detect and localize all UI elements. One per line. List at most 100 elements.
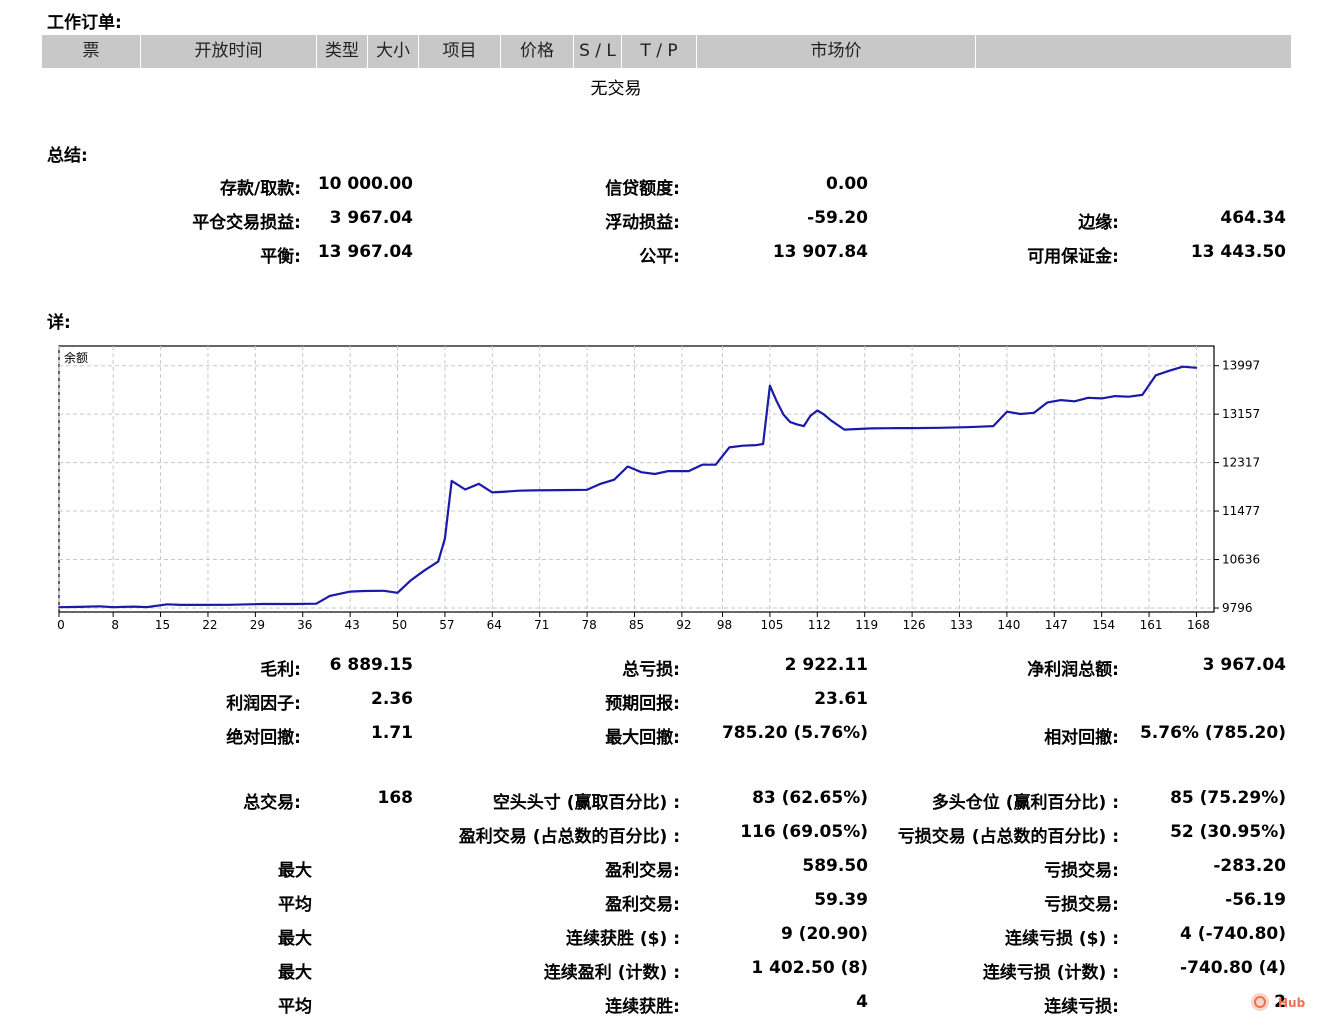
- chart-data-point: [1060, 399, 1062, 401]
- chart-data-point: [830, 419, 832, 422]
- column-header-price[interactable]: 价格: [501, 35, 573, 68]
- chart-data-point: [383, 590, 385, 592]
- column-header-stop-loss[interactable]: S / L: [574, 35, 621, 68]
- chart-x-tick-label: 161: [1140, 618, 1163, 632]
- free-margin-label: 可用保证金:: [1027, 247, 1119, 267]
- max-consecutive-losses-label: 连续亏损 ($) :: [1004, 929, 1119, 949]
- chart-data-point: [911, 427, 913, 429]
- largest-profit-trade-value: 589.50: [802, 856, 868, 876]
- profit-trades-label: 盈利交易 (占总数的百分比) :: [458, 827, 680, 847]
- chart-x-tick-label: 140: [997, 618, 1020, 632]
- chart-data-point: [1019, 413, 1022, 415]
- chart-x-tick-label: 22: [202, 618, 217, 632]
- long-positions-value: 85 (75.29%): [1170, 788, 1286, 808]
- chart-data-point: [518, 489, 521, 492]
- chart-y-tick-label: 11477: [1222, 504, 1260, 518]
- chart-x-tick-label: 126: [903, 618, 926, 632]
- chart-data-point: [965, 426, 968, 428]
- credit-value: 0.00: [826, 174, 868, 194]
- chart-data-point: [701, 463, 703, 466]
- chart-data-point: [491, 491, 494, 494]
- chart-data-point: [809, 414, 812, 417]
- chart-x-tick-label: 71: [534, 618, 549, 632]
- average-label: 平均: [278, 895, 312, 915]
- chart-x-tick-label: 43: [344, 618, 359, 632]
- chart-data-point: [112, 606, 114, 608]
- average-loss-trade-value: -56.19: [1225, 890, 1286, 910]
- column-header-size[interactable]: 大小: [368, 35, 418, 68]
- chart-data-point: [803, 425, 805, 427]
- largest-profit-trade-label: 盈利交易:: [605, 861, 680, 881]
- gross-profit-label: 毛利:: [260, 660, 301, 680]
- column-header-item[interactable]: 项目: [419, 35, 500, 68]
- chart-data-point: [1195, 367, 1198, 369]
- chart-data-point: [315, 602, 318, 605]
- expected-payoff-label: 预期回报:: [605, 694, 680, 714]
- net-profit-label: 净利润总额:: [1027, 660, 1119, 680]
- chart-data-point: [166, 603, 169, 606]
- chart-legend-label: 余额: [64, 350, 88, 365]
- chart-data-point: [857, 428, 859, 430]
- chart-data-point: [329, 595, 331, 597]
- maximal-consecutive-loss-label: 连续亏损 (计数) :: [982, 963, 1119, 983]
- chart-data-point: [626, 465, 629, 468]
- largest-label: 最大: [278, 861, 312, 881]
- total-trades-value: 168: [377, 788, 414, 808]
- chart-data-point: [843, 428, 846, 431]
- chart-x-tick-label: 29: [250, 618, 265, 632]
- chart-data-point: [1114, 395, 1116, 397]
- chart-data-point: [979, 425, 981, 428]
- column-header-type[interactable]: 类型: [317, 35, 367, 68]
- chart-data-point: [654, 473, 656, 475]
- short-positions-value: 83 (62.65%): [752, 788, 868, 808]
- equity-value: 13 907.84: [772, 242, 868, 262]
- maximal-drawdown-label: 最大回撤:: [605, 728, 680, 748]
- chart-data-point: [742, 444, 744, 447]
- chart-data-point: [78, 606, 81, 608]
- chart-data-point: [437, 560, 440, 563]
- chart-data-point: [755, 444, 758, 446]
- summary-title: 总结:: [47, 146, 88, 166]
- expected-payoff-value: 23.61: [814, 689, 868, 709]
- column-header-blank: [976, 35, 1291, 68]
- chart-data-point: [1006, 410, 1008, 413]
- gross-loss-value: 2 922.11: [784, 655, 868, 675]
- chart-data-point: [1168, 369, 1171, 372]
- column-header-open-time[interactable]: 开放时间: [141, 35, 316, 68]
- chart-data-point: [193, 604, 196, 606]
- chart-x-tick-label: 147: [1045, 618, 1068, 632]
- loss-trades-label: 亏损交易 (占总数的百分比) :: [897, 827, 1119, 847]
- maximal-consecutive-loss-value: -740.80 (4): [1180, 958, 1286, 978]
- margin-label: 边缘:: [1078, 213, 1119, 233]
- chart-data-point: [349, 590, 351, 593]
- short-positions-label: 空头头寸 (赢取百分比) :: [492, 793, 680, 813]
- free-margin-value: 13 443.50: [1190, 242, 1286, 262]
- chart-x-tick-label: 112: [808, 618, 831, 632]
- profit-factor-value: 2.36: [371, 689, 413, 709]
- gross-loss-label: 总亏损:: [622, 660, 680, 680]
- chart-x-tick-label: 105: [760, 618, 783, 632]
- orders-title: 工作订单:: [47, 13, 122, 33]
- column-header-market-price[interactable]: 市场价: [697, 35, 975, 68]
- chart-x-tick-label: 57: [439, 618, 454, 632]
- chart-data-point: [1100, 397, 1103, 400]
- absolute-drawdown-value: 1.71: [371, 723, 413, 743]
- long-positions-label: 多头仓位 (赢利百分比) :: [931, 793, 1119, 813]
- watermark-logo-icon: Hub: [1251, 993, 1306, 1011]
- chart-data-point: [450, 480, 453, 482]
- chart-data-point: [478, 483, 480, 485]
- column-header-ticket[interactable]: 票: [42, 35, 140, 68]
- relative-drawdown-label: 相对回撤:: [1044, 728, 1119, 748]
- chart-data-point: [1155, 374, 1157, 377]
- orders-table-header: 票 开放时间 类型 大小 项目 价格 S / L T / P 市场价: [42, 35, 1291, 68]
- chart-y-tick-label: 9796: [1222, 601, 1253, 615]
- max-consecutive-wins-label: 连续获胜 ($) :: [565, 929, 680, 949]
- column-header-take-profit[interactable]: T / P: [622, 35, 696, 68]
- chart-data-point: [1073, 400, 1076, 403]
- maximal-consecutive-profit-label: 连续盈利 (计数) :: [543, 963, 680, 983]
- maximal-drawdown-value: 785.20 (5.76%): [721, 723, 868, 743]
- floating-pl-label: 浮动损益:: [605, 213, 680, 233]
- chart-x-tick-label: 154: [1092, 618, 1115, 632]
- chart-data-point: [586, 489, 588, 491]
- orders-empty-text: 无交易: [590, 79, 642, 99]
